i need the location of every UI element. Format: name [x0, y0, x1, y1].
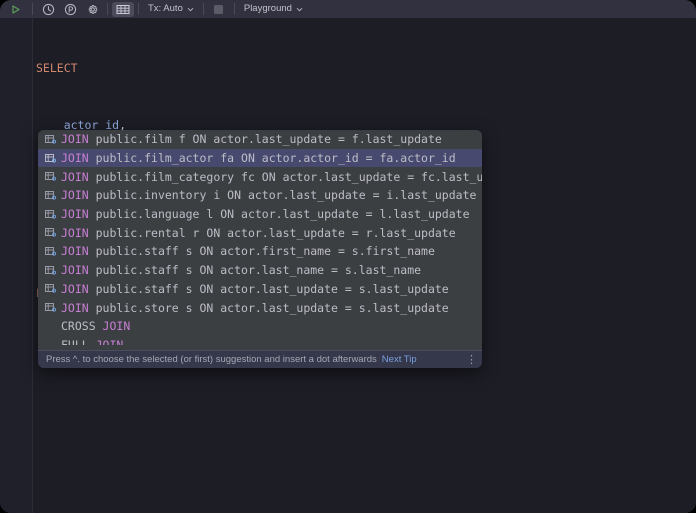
autocomplete-list[interactable]: JOIN public.film f ON actor.last_update … [38, 130, 482, 350]
stop-button[interactable] [208, 1, 230, 18]
autocomplete-text: public.rental r ON actor.last_update = r… [89, 226, 456, 240]
clock-icon [42, 3, 55, 16]
autocomplete-item[interactable]: JOIN public.store s ON actor.last_update… [38, 298, 482, 317]
sql-console-window: Tx: Auto Playground SELECT actor_id, fir… [0, 0, 696, 513]
play-icon [9, 3, 22, 16]
toolbar-divider-4 [203, 3, 204, 15]
chevron-down-icon [187, 6, 194, 13]
parameter-circle-icon [64, 3, 77, 16]
autocomplete-hint-bar: Press ^. to choose the selected (or firs… [38, 350, 482, 368]
autocomplete-item[interactable]: JOIN public.inventory i ON actor.last_up… [38, 186, 482, 205]
autocomplete-popup[interactable]: JOIN public.film f ON actor.last_update … [38, 130, 482, 368]
autocomplete-keyword: JOIN [61, 132, 89, 146]
settings-button[interactable] [81, 1, 103, 18]
table-grid-icon [116, 4, 130, 15]
toolbar-divider-2 [107, 3, 108, 15]
autocomplete-keyword-main: JOIN [103, 319, 131, 333]
autocomplete-text: public.film_category fc ON actor.last_up… [89, 170, 482, 184]
autocomplete-keyword: JOIN [61, 170, 89, 184]
transaction-mode-selector[interactable]: Tx: Auto [143, 1, 199, 17]
autocomplete-text: public.staff s ON actor.first_name = s.f… [89, 244, 435, 258]
autocomplete-text: public.staff s ON actor.last_update = s.… [89, 282, 449, 296]
schema-selector[interactable]: Playground [239, 1, 308, 17]
run-query-button[interactable] [6, 1, 28, 18]
profiler-button[interactable] [59, 1, 81, 18]
autocomplete-item[interactable]: JOIN public.staff s ON actor.first_name … [38, 242, 482, 261]
autocomplete-keyword: JOIN [61, 188, 89, 202]
autocomplete-keyword: JOIN [61, 226, 89, 240]
autocomplete-text: public.film f ON actor.last_update = f.l… [89, 132, 442, 146]
autocomplete-text: public.store s ON actor.last_update = s.… [89, 301, 449, 315]
table-join-icon [44, 245, 57, 258]
table-join-icon [44, 264, 57, 277]
next-tip-link[interactable]: Next Tip [382, 354, 417, 365]
table-join-icon [44, 133, 57, 146]
autocomplete-item[interactable]: JOIN public.rental r ON actor.last_updat… [38, 223, 482, 242]
more-options-icon[interactable]: ⋮ [466, 356, 476, 364]
table-join-icon [44, 208, 57, 221]
autocomplete-keyword: JOIN [61, 244, 89, 258]
chevron-down-icon-2 [296, 6, 303, 13]
autocomplete-keyword: JOIN [61, 263, 89, 277]
autocomplete-text: public.film_actor fa ON actor.actor_id =… [89, 151, 456, 165]
output-grid-button[interactable] [112, 2, 134, 17]
autocomplete-item[interactable]: JOIN public.staff s ON actor.last_name =… [38, 261, 482, 280]
autocomplete-item-selected[interactable]: JOIN public.film_actor fa ON actor.actor… [38, 149, 482, 168]
autocomplete-text: public.staff s ON actor.last_name = s.la… [89, 263, 421, 277]
schema-label: Playground [244, 1, 292, 17]
autocomplete-item[interactable]: JOIN public.staff s ON actor.last_update… [38, 280, 482, 299]
autocomplete-text: public.language l ON actor.last_update =… [89, 207, 470, 221]
table-join-icon [44, 189, 57, 202]
autocomplete-keyword-main: JOIN [96, 338, 124, 345]
autocomplete-hint-text: Press ^. to choose the selected (or firs… [46, 354, 377, 365]
autocomplete-keyword: JOIN [61, 282, 89, 296]
table-join-icon [44, 152, 57, 165]
editor-gutter [0, 18, 33, 513]
toolbar-divider-3 [138, 3, 139, 15]
history-button[interactable] [37, 1, 59, 18]
autocomplete-keyword: JOIN [61, 301, 89, 315]
table-join-icon [44, 282, 57, 295]
table-join-icon [44, 301, 57, 314]
table-join-icon [44, 226, 57, 239]
autocomplete-keyword-lead: FULL [61, 338, 96, 345]
toolbar-divider-5 [234, 3, 235, 15]
autocomplete-keyword-lead: CROSS [61, 319, 103, 333]
autocomplete-item-clipped-wrapper: FULL JOIN [38, 336, 482, 345]
table-join-icon [44, 170, 57, 183]
toolbar-divider [32, 3, 33, 15]
autocomplete-item[interactable]: JOIN public.language l ON actor.last_upd… [38, 205, 482, 224]
autocomplete-keyword: JOIN [61, 207, 89, 221]
autocomplete-text: public.inventory i ON actor.last_update … [89, 188, 477, 202]
autocomplete-item[interactable]: JOIN public.film_category fc ON actor.la… [38, 167, 482, 186]
autocomplete-keyword: JOIN [61, 151, 89, 165]
code-line: SELECT [33, 59, 696, 78]
toolbar: Tx: Auto Playground [0, 0, 696, 18]
gear-icon [86, 3, 99, 16]
stop-square-icon [214, 5, 223, 14]
autocomplete-item-keyword[interactable]: FULL JOIN [38, 336, 482, 345]
autocomplete-item[interactable]: JOIN public.film f ON actor.last_update … [38, 130, 482, 149]
sql-editor[interactable]: SELECT actor_id, first_name, last_name,_… [0, 18, 696, 513]
transaction-mode-label: Tx: Auto [148, 1, 183, 17]
autocomplete-item-keyword[interactable]: CROSS JOIN [38, 317, 482, 336]
